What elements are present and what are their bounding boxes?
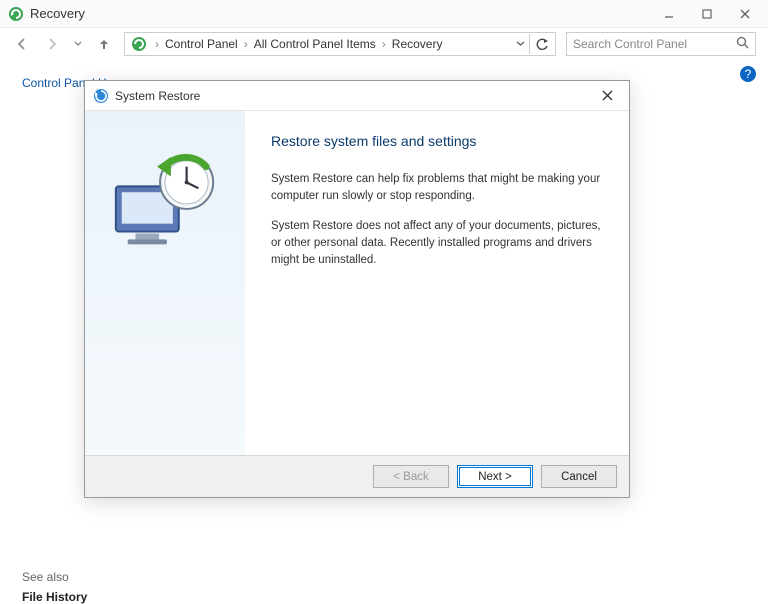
- breadcrumb-item[interactable]: Control Panel: [165, 37, 238, 51]
- system-restore-icon: [93, 88, 109, 104]
- control-panel-icon: [131, 36, 147, 52]
- refresh-button[interactable]: [529, 34, 549, 54]
- up-nav-button[interactable]: [94, 34, 114, 54]
- window-title: Recovery: [30, 6, 650, 21]
- recent-locations-button[interactable]: [72, 34, 84, 54]
- file-history-link[interactable]: File History: [22, 590, 87, 604]
- dialog-body: Restore system files and settings System…: [85, 111, 629, 455]
- dialog-paragraph: System Restore can help fix problems tha…: [271, 171, 603, 204]
- next-button[interactable]: Next >: [457, 465, 533, 488]
- minimize-button[interactable]: [650, 0, 688, 28]
- close-button[interactable]: [726, 0, 764, 28]
- dialog-heading: Restore system files and settings: [271, 133, 603, 149]
- restore-clock-computer-icon: [106, 147, 224, 257]
- dialog-titlebar: System Restore: [85, 81, 629, 111]
- back-button: < Back: [373, 465, 449, 488]
- help-icon[interactable]: ?: [740, 66, 756, 82]
- breadcrumb-item[interactable]: Recovery: [392, 37, 443, 51]
- breadcrumb-item[interactable]: All Control Panel Items: [254, 37, 376, 51]
- dialog-close-button[interactable]: [591, 84, 623, 108]
- window-titlebar: Recovery: [0, 0, 768, 28]
- search-input[interactable]: Search Control Panel: [566, 32, 756, 56]
- recovery-app-icon: [8, 6, 24, 22]
- maximize-button[interactable]: [688, 0, 726, 28]
- dialog-button-row: < Back Next > Cancel: [85, 455, 629, 497]
- address-dropdown-icon[interactable]: [516, 37, 525, 51]
- address-breadcrumb[interactable]: › Control Panel › All Control Panel Item…: [124, 32, 556, 56]
- chevron-right-icon: ›: [380, 37, 388, 51]
- search-placeholder: Search Control Panel: [573, 37, 687, 51]
- dialog-sidebar-image-panel: [85, 111, 245, 455]
- chevron-right-icon: ›: [153, 37, 161, 51]
- dialog-paragraph: System Restore does not affect any of yo…: [271, 218, 603, 268]
- chevron-right-icon: ›: [242, 37, 250, 51]
- back-nav-button[interactable]: [12, 34, 32, 54]
- dialog-title: System Restore: [115, 89, 591, 103]
- see-also-heading: See also: [22, 570, 69, 584]
- search-icon: [736, 36, 749, 52]
- cancel-button[interactable]: Cancel: [541, 465, 617, 488]
- nav-row: › Control Panel › All Control Panel Item…: [0, 28, 768, 60]
- dialog-content: Restore system files and settings System…: [245, 111, 629, 455]
- system-restore-dialog: System Restore: [84, 80, 630, 498]
- window-buttons: [650, 0, 764, 28]
- forward-nav-button[interactable]: [42, 34, 62, 54]
